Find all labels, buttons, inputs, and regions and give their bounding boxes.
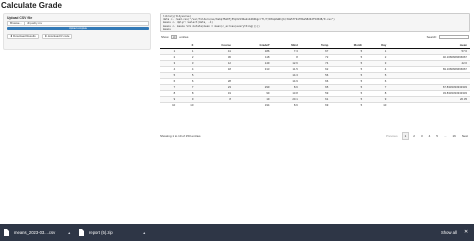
- download-file-name: means_2023-03....csv: [14, 230, 56, 235]
- download-item[interactable]: means_2023-03....csv ▲: [0, 224, 75, 241]
- r-code-output: library(tidyverse) data <- read.csv("/va…: [160, 13, 470, 32]
- results-table: X Course GradeP Mind Temp Month Day mean…: [160, 43, 470, 108]
- page-title: Calculate Grade: [1, 1, 62, 10]
- browse-button[interactable]: Browse...: [7, 21, 25, 26]
- code-line: means: [163, 27, 171, 31]
- file-icon: [79, 229, 84, 236]
- table-controls: Show 10 entries Search:: [160, 35, 470, 41]
- table-row[interactable]: 10 10 194 8.6 69 5 10: [160, 101, 470, 108]
- page-button[interactable]: 4: [427, 133, 433, 139]
- close-icon[interactable]: ✕: [464, 229, 468, 235]
- table-cell: 69: [300, 101, 332, 108]
- table-cell: 8.6: [272, 101, 301, 108]
- file-name-field[interactable]: dfquality.csv: [25, 21, 149, 26]
- table-cell: [389, 101, 470, 108]
- upload-progress-bar: Upload complete: [7, 27, 149, 30]
- entries-label: entries: [179, 35, 189, 39]
- table-cell: [196, 101, 234, 108]
- pagination: Previous 1 2 3 4 5 ... 16 Next: [384, 132, 470, 140]
- file-icon: [4, 229, 9, 236]
- search-input[interactable]: [439, 35, 469, 39]
- page-button[interactable]: 5: [434, 133, 440, 139]
- upload-progress-text: Upload complete: [69, 27, 87, 30]
- entries-length-control: Show 10 entries: [161, 35, 188, 39]
- table-search: Search:: [427, 35, 469, 39]
- table-cell: 10: [160, 101, 179, 108]
- download-r-code-label: download R code: [47, 34, 70, 38]
- table-cell: 5: [331, 101, 366, 108]
- page-button[interactable]: 1: [401, 132, 410, 140]
- table-cell: 10: [365, 101, 390, 108]
- download-results-label: Download Results: [13, 34, 36, 38]
- page-button[interactable]: 3: [419, 133, 425, 139]
- previous-page-button[interactable]: Previous: [384, 133, 400, 139]
- table-info: Showing 1 to 10 of 153 entries: [160, 134, 201, 138]
- chevron-up-icon[interactable]: ▲: [143, 231, 146, 235]
- table-body: 1 1 41 186 7.3 67 5 1 57.6 2 2 36 118 8 72 5 2 40.1666666…: [160, 47, 470, 108]
- table-cell: 194: [233, 101, 273, 108]
- page-button[interactable]: 2: [411, 133, 417, 139]
- show-all-button[interactable]: Show all: [441, 230, 457, 235]
- sidebar-panel: Upload CSV file Browse... dfquality.csv …: [3, 13, 151, 50]
- next-page-button[interactable]: Next: [460, 133, 470, 139]
- chevron-up-icon[interactable]: ▲: [68, 231, 71, 235]
- upload-progress-fill: Upload complete: [7, 27, 149, 30]
- downloads-bar: means_2023-03....csv ▲ report (5).zip ▲ …: [0, 224, 474, 241]
- page: Calculate Grade Upload CSV file Browse..…: [0, 0, 474, 241]
- page-ellipsis: ...: [443, 134, 447, 138]
- table-cell: 10: [178, 101, 197, 108]
- show-label: Show: [161, 35, 169, 39]
- download-results-button[interactable]: ⬇ Download Results: [7, 34, 39, 39]
- download-buttons-row: ⬇ Download Results ⬇ download R code: [7, 34, 73, 39]
- entries-select[interactable]: 10: [170, 35, 178, 39]
- download-r-code-button[interactable]: ⬇ download R code: [41, 34, 73, 39]
- search-label: Search:: [426, 35, 437, 39]
- download-file-name: report (5).zip: [89, 230, 113, 235]
- upload-label: Upload CSV file: [7, 16, 33, 20]
- file-upload-row: Browse... dfquality.csv: [7, 21, 149, 26]
- page-button[interactable]: 16: [450, 133, 457, 139]
- download-item[interactable]: report (5).zip ▲: [75, 224, 150, 241]
